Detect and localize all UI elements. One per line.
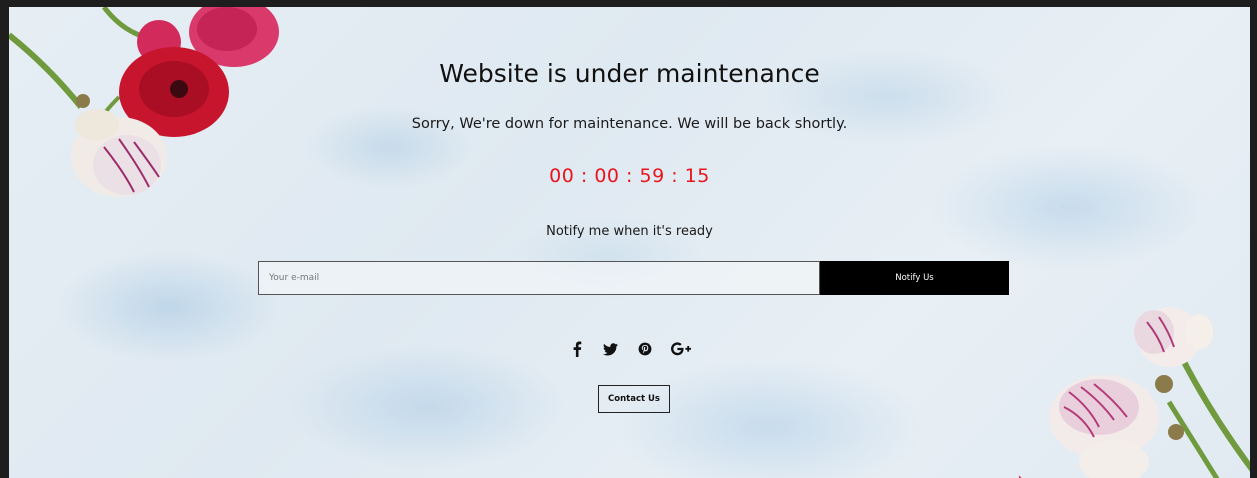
pinterest-icon[interactable] xyxy=(636,340,654,358)
email-input[interactable] xyxy=(258,261,820,295)
facebook-icon[interactable] xyxy=(568,340,586,358)
page-frame: Website is under maintenance Sorry, We'r… xyxy=(0,0,1257,478)
maintenance-message: Sorry, We're down for maintenance. We wi… xyxy=(411,116,848,132)
social-links xyxy=(9,340,1250,358)
twitter-icon[interactable] xyxy=(602,340,620,358)
google-plus-icon[interactable] xyxy=(670,340,692,358)
maintenance-content: Website is under maintenance Sorry, We'r… xyxy=(9,7,1250,478)
countdown-timer: 00 : 00 : 59 : 15 xyxy=(549,165,710,187)
notify-us-button[interactable]: Notify Us xyxy=(820,261,1009,295)
page-title: Website is under maintenance xyxy=(439,59,820,88)
contact-us-button[interactable]: Contact Us xyxy=(598,385,670,413)
notify-label: Notify me when it's ready xyxy=(546,224,713,239)
notify-form: Notify Us xyxy=(258,261,1009,295)
